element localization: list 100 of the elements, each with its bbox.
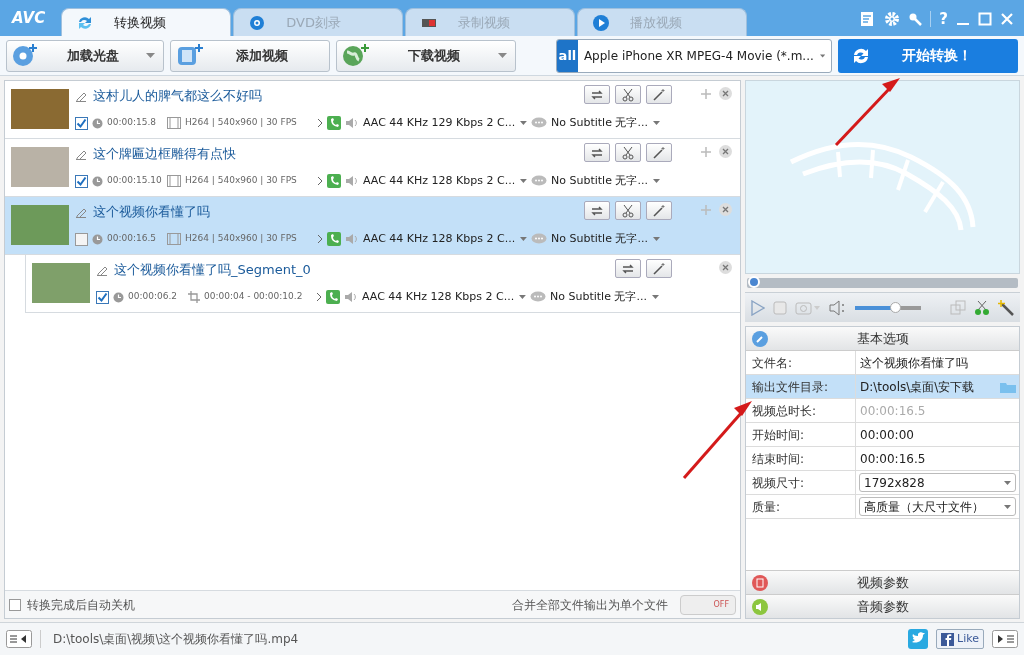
pencil-icon[interactable]: [75, 90, 87, 102]
magic-wand-icon: [652, 87, 666, 102]
magic-wand-button[interactable]: [646, 259, 672, 278]
caret-icon: [819, 52, 825, 59]
file-title[interactable]: 这个视频你看懂了吗: [93, 202, 210, 222]
panel-toggle-icon[interactable]: [6, 630, 32, 648]
section-header[interactable]: 视频参数: [746, 570, 1019, 594]
bird-icon[interactable]: [908, 629, 929, 649]
select-field[interactable]: 高质量（大尺寸文件）: [859, 497, 1016, 516]
cut-button[interactable]: [615, 85, 641, 104]
cut-button[interactable]: [615, 143, 641, 162]
option-row[interactable]: 输出文件目录: D:\tools\桌面\安下载: [746, 375, 1019, 399]
subtitle-dropdown[interactable]: No Subtitle 无字...: [551, 114, 660, 132]
file-title[interactable]: 这个牌匾边框雕得有点快: [93, 144, 236, 164]
remove-icon[interactable]: [719, 87, 732, 100]
panel-toggle-icon[interactable]: [992, 630, 1018, 648]
clock-icon: [92, 233, 103, 245]
plus-icon[interactable]: [701, 88, 711, 99]
volume-track[interactable]: [855, 305, 921, 310]
convert-button[interactable]: [584, 201, 610, 220]
phone-icon: [327, 174, 341, 188]
toolbar-button[interactable]: 下载视频: [336, 39, 516, 72]
audio-dropdown[interactable]: AAC 44 KHz 129 Kbps 2 C...: [363, 114, 527, 132]
section-header[interactable]: 基本选项: [746, 327, 1019, 351]
toolbar-button[interactable]: 加载光盘: [6, 39, 164, 72]
option-row[interactable]: 视频总时长: 00:00:16.5: [746, 399, 1019, 423]
file-title[interactable]: 这村儿人的脾气都这么不好吗: [93, 86, 262, 106]
video-info-text: H264 | 540x960 | 30 FPS: [185, 116, 298, 130]
chevron-icon[interactable]: [317, 176, 323, 186]
speaker-icon: [344, 291, 358, 303]
subtitle-dropdown[interactable]: No Subtitle 无字...: [551, 172, 660, 190]
subtitle-dropdown[interactable]: No Subtitle 无字...: [551, 230, 660, 248]
option-value[interactable]: 这个视频你看懂了吗: [859, 353, 1016, 372]
speaker-icon: [345, 233, 359, 245]
checkbox[interactable]: [9, 598, 21, 611]
option-value: 00:00:16.5: [859, 402, 927, 420]
seek-track[interactable]: [747, 278, 1018, 288]
audio-dropdown[interactable]: AAC 44 KHz 128 Kbps 2 C...: [363, 230, 527, 248]
volume-thumb[interactable]: [889, 301, 901, 313]
checkbox[interactable]: [75, 116, 88, 130]
option-row[interactable]: 文件名: 这个视频你看懂了吗: [746, 351, 1019, 375]
remove-icon[interactable]: [719, 261, 732, 274]
pencil-icon[interactable]: [75, 206, 87, 218]
option-value[interactable]: 00:00:00: [859, 425, 1016, 444]
plus-icon[interactable]: [701, 146, 711, 157]
remove-icon[interactable]: [719, 145, 732, 158]
option-row[interactable]: 开始时间: 00:00:00: [746, 423, 1019, 447]
key-icon[interactable]: [908, 12, 923, 27]
tab[interactable]: 转换视频: [61, 8, 232, 36]
option-row[interactable]: 质量: 高质量（大尺寸文件）: [746, 495, 1019, 519]
duration-text: 00:00:16.5: [107, 232, 157, 246]
file-title[interactable]: 这个视频你看懂了吗_Segment_0: [114, 260, 311, 280]
video-info-text: H264 | 540x960 | 30 FPS: [185, 232, 298, 246]
section-header[interactable]: 音频参数: [746, 594, 1019, 618]
scissors-icon[interactable]: [974, 299, 990, 316]
audio-dropdown[interactable]: AAC 44 KHz 128 Kbps 2 C...: [362, 288, 526, 306]
magic-wand-button[interactable]: [646, 201, 672, 220]
convert-button[interactable]: [584, 143, 610, 162]
option-row[interactable]: 结束时间: 00:00:16.5: [746, 447, 1019, 471]
toggle-switch[interactable]: OFF: [680, 594, 736, 615]
convert-button[interactable]: [615, 259, 641, 278]
pencil-icon[interactable]: [75, 148, 87, 160]
pencil-icon[interactable]: [96, 264, 108, 276]
file-row[interactable]: 这个视频你看懂了吗_Segment_0 00:00:06.2 00:00:04 - 00:00:10.2 AAC 44 KHz 128 Kbps 2 C... No Subtitle 无字...: [25, 255, 740, 313]
cut-button[interactable]: [615, 201, 641, 220]
option-row[interactable]: 视频尺寸: 1792x828: [746, 471, 1019, 495]
seek-thumb[interactable]: [748, 276, 761, 288]
magic-wand-button[interactable]: [646, 143, 672, 162]
volume-icon[interactable]: [829, 299, 847, 316]
magic-wand-button[interactable]: [646, 85, 672, 104]
checkbox[interactable]: [75, 232, 88, 246]
start-convert-button[interactable]: 开始转换！: [838, 38, 1018, 73]
option-value[interactable]: 00:00:16.5: [859, 449, 1016, 468]
magic-wand-icon[interactable]: [998, 299, 1014, 316]
chevron-icon[interactable]: [316, 292, 322, 302]
play-icon[interactable]: [751, 299, 765, 316]
audio-dropdown[interactable]: AAC 44 KHz 128 Kbps 2 C...: [363, 172, 527, 190]
checkbox[interactable]: [96, 290, 109, 304]
magic-wand-icon: [652, 145, 666, 160]
maximize-icon[interactable]: [978, 12, 992, 27]
file-row[interactable]: 这个视频你看懂了吗 00:00:16.5 H264 | 540x960 | 30 FPS AAC 44 KHz 128 Kbps 2 C... No Subtitle 无字...: [5, 197, 740, 255]
profile-icon: all: [557, 39, 578, 72]
toolbar-button[interactable]: 添加视频: [170, 39, 330, 72]
convert-button[interactable]: [584, 85, 610, 104]
chevron-icon[interactable]: [317, 118, 323, 128]
option-value[interactable]: D:\tools\桌面\安下载: [859, 377, 1000, 396]
thumbnail-placeholder: [11, 89, 69, 129]
caret-icon: [652, 121, 660, 125]
annotation-arrow: [834, 78, 900, 147]
profile-dropdown[interactable]: all Apple iPhone XR MPEG-4 Movie (*.m...: [556, 38, 832, 73]
checkbox[interactable]: [75, 174, 88, 188]
select-field[interactable]: 1792x828: [859, 473, 1016, 492]
caret-icon: [519, 295, 526, 299]
speaker-icon: [345, 117, 359, 129]
film-icon: [167, 117, 181, 129]
remove-icon[interactable]: [719, 203, 732, 216]
like-button[interactable]: Like: [936, 629, 984, 649]
subtitle-dropdown[interactable]: No Subtitle 无字...: [550, 288, 659, 306]
chevron-icon[interactable]: [317, 234, 323, 244]
close-icon[interactable]: [1000, 12, 1014, 27]
